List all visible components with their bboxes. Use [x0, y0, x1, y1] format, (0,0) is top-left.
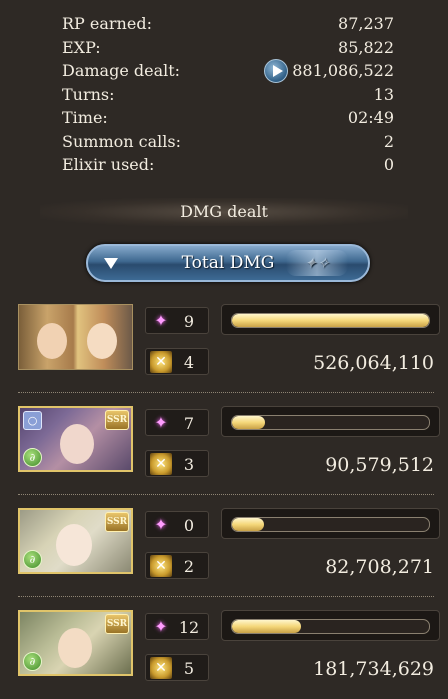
stat-value: 2	[383, 131, 394, 151]
ssr-badge: SSR	[105, 410, 129, 430]
stat-label: Summon calls:	[62, 131, 181, 151]
character-portrait[interactable]: SSR ∂	[18, 610, 133, 676]
charge-attack-icon: ✕	[150, 657, 172, 679]
gauge-fill	[232, 518, 264, 531]
wind-element-icon: ∂	[23, 550, 42, 569]
skill-count: 9	[183, 312, 195, 331]
stat-row-exp: EXP: 85,822	[62, 36, 394, 60]
wind-element-icon: ∂	[23, 448, 42, 467]
ssr-badge: SSR	[105, 614, 129, 634]
triangle-down-icon	[104, 258, 118, 269]
character-row: SSR ∂ ✦ 0 ✕ 2 82,708,271	[18, 508, 440, 594]
damage-value: 526,064,110	[313, 352, 434, 374]
main-character-portrait[interactable]	[18, 304, 133, 370]
skill-star-icon: ✦	[154, 515, 168, 534]
gauge-track	[231, 313, 430, 328]
face-icon	[56, 524, 92, 566]
stat-value-wrap: 881,086,522	[264, 58, 394, 83]
gauge-track	[231, 517, 430, 532]
wind-element-icon: ∂	[23, 652, 42, 671]
damage-value: 90,579,512	[325, 454, 434, 476]
skill-count-box: ✦ 0	[145, 511, 209, 538]
character-row: ✦ 9 ✕ 4 526,064,110	[18, 304, 440, 390]
ring-icon: ○	[23, 411, 42, 430]
damage-value: 82,708,271	[325, 556, 434, 578]
character-row: SSR ○ ∂ ✦ 7 ✕ 3 90,579,512	[18, 406, 440, 492]
dmg-dealt-header: DMG dealt	[40, 198, 408, 226]
damage-gauge	[221, 508, 440, 539]
skill-count: 12	[178, 618, 200, 637]
divider	[18, 494, 434, 496]
stat-label: EXP:	[62, 37, 101, 57]
face-icon	[60, 424, 94, 464]
character-portrait[interactable]: SSR ∂	[18, 508, 133, 574]
stat-row-turns: Turns: 13	[62, 83, 394, 107]
stat-label: Damage dealt:	[62, 61, 181, 81]
damage-gauge	[221, 304, 440, 335]
divider	[18, 392, 434, 394]
play-icon[interactable]	[264, 58, 289, 83]
total-dmg-label: Total DMG	[181, 253, 275, 273]
charge-attack-count-box: ✕ 4	[145, 348, 209, 375]
charge-attack-count: 2	[183, 557, 195, 576]
stat-row-rp: RP earned: 87,237	[62, 12, 394, 36]
charge-attack-icon: ✕	[150, 453, 172, 475]
skill-count-box: ✦ 12	[145, 613, 209, 640]
skill-count: 0	[183, 516, 195, 535]
skill-count-box: ✦ 7	[145, 409, 209, 436]
charge-attack-count-box: ✕ 3	[145, 450, 209, 477]
charge-attack-count-box: ✕ 5	[145, 654, 209, 681]
stat-label: Turns:	[62, 84, 115, 104]
stat-row-elixir: Elixir used: 0	[62, 153, 394, 177]
battle-stats: RP earned: 87,237 EXP: 85,822 Damage dea…	[62, 12, 394, 177]
skill-count: 7	[183, 414, 195, 433]
stat-label: RP earned:	[62, 14, 152, 34]
stat-value: 85,822	[338, 37, 394, 57]
skill-star-icon: ✦	[154, 617, 168, 636]
stat-value: 87,237	[338, 14, 394, 34]
face-icon	[37, 323, 67, 359]
character-portrait[interactable]: SSR ○ ∂	[18, 406, 133, 472]
stat-value: 0	[383, 155, 394, 175]
charge-attack-count: 3	[183, 455, 195, 474]
charge-attack-count: 4	[183, 353, 195, 372]
emblem-icon: ✦✧	[286, 250, 348, 276]
face-icon	[58, 628, 92, 668]
gauge-fill	[232, 314, 429, 327]
stat-row-damage: Damage dealt: 881,086,522	[62, 58, 394, 83]
damage-gauge	[221, 406, 440, 437]
gauge-fill	[232, 416, 266, 429]
stat-value: 881,086,522	[292, 61, 394, 81]
skill-count-box: ✦ 9	[145, 307, 209, 334]
total-dmg-dropdown[interactable]: Total DMG ✦✧	[86, 244, 370, 282]
stat-row-summons: Summon calls: 2	[62, 130, 394, 154]
charge-attack-count-box: ✕ 2	[145, 552, 209, 579]
stat-label: Time:	[62, 108, 108, 128]
skill-star-icon: ✦	[154, 413, 168, 432]
charge-attack-icon: ✕	[150, 351, 172, 373]
damage-value: 181,734,629	[313, 658, 434, 680]
damage-gauge	[221, 610, 440, 641]
face-icon	[87, 323, 117, 359]
gauge-track	[231, 619, 430, 634]
stat-value: 13	[373, 84, 394, 104]
stat-label: Elixir used:	[62, 155, 155, 175]
gauge-fill	[232, 620, 301, 633]
character-row: SSR ∂ ✦ 12 ✕ 5 181,734,629	[18, 610, 440, 696]
charge-attack-count: 5	[183, 659, 195, 678]
charge-attack-icon: ✕	[150, 555, 172, 577]
ssr-badge: SSR	[105, 512, 129, 532]
skill-star-icon: ✦	[154, 311, 168, 330]
stat-value: 02:49	[347, 108, 394, 128]
divider	[18, 596, 434, 598]
stat-row-time: Time: 02:49	[62, 106, 394, 130]
gauge-track	[231, 415, 430, 430]
